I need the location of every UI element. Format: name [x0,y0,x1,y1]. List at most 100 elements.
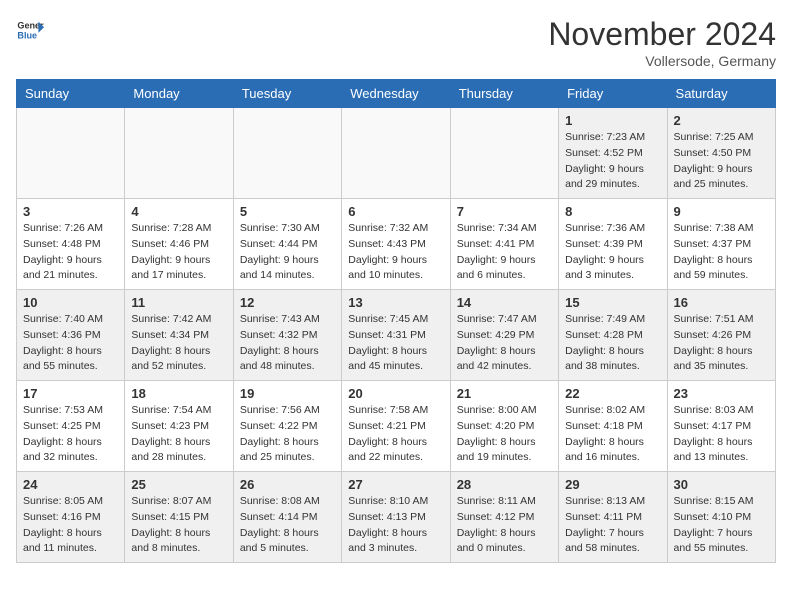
header-sunday: Sunday [17,80,125,108]
day-number: 9 [674,204,769,219]
calendar-cell: 17Sunrise: 7:53 AM Sunset: 4:25 PM Dayli… [17,381,125,472]
calendar-cell: 6 Sunrise: 7:32 AM Sunset: 4:43 PM Daylig… [342,199,450,290]
calendar-cell: 3 Sunrise: 7:26 AM Sunset: 4:48 PM Daylig… [17,199,125,290]
calendar-cell: 30 Sunrise: 8:15 AM Sunset: 4:10 PM Dayli… [667,472,775,563]
day-number: 7 [457,204,552,219]
day-number: 17 [23,386,118,401]
month-title: November 2024 [548,16,776,53]
day-info: Sunrise: 7:25 AM Sunset: 4:50 PM Dayligh… [674,130,769,193]
day-number: 11 [131,295,226,310]
day-info: Sunrise: 7:40 AM Sunset: 4:36 PM Dayligh… [23,312,118,375]
day-number: 3 [23,204,118,219]
day-number: 8 [565,204,660,219]
header-wednesday: Wednesday [342,80,450,108]
calendar-cell: 22 Sunrise: 8:02 AM Sunset: 4:18 PM Dayli… [559,381,667,472]
day-info: Sunrise: 8:02 AM Sunset: 4:18 PM Dayligh… [565,403,660,466]
day-info: Sunrise: 7:47 AM Sunset: 4:29 PM Dayligh… [457,312,552,375]
day-number: 25 [131,477,226,492]
day-info: Sunrise: 7:36 AM Sunset: 4:39 PM Dayligh… [565,221,660,284]
calendar-cell: 29 Sunrise: 8:13 AM Sunset: 4:11 PM Dayli… [559,472,667,563]
day-info: Sunrise: 7:32 AM Sunset: 4:43 PM Dayligh… [348,221,443,284]
day-number: 27 [348,477,443,492]
week-row-2: 10 Sunrise: 7:40 AM Sunset: 4:36 PM Dayli… [17,290,776,381]
day-number: 26 [240,477,335,492]
day-info: Sunrise: 8:15 AM Sunset: 4:10 PM Dayligh… [674,494,769,557]
calendar-cell: 4 Sunrise: 7:28 AM Sunset: 4:46 PM Daylig… [125,199,233,290]
calendar-cell: 11 Sunrise: 7:42 AM Sunset: 4:34 PM Dayli… [125,290,233,381]
calendar-cell: 1 Sunrise: 7:23 AM Sunset: 4:52 PM Daylig… [559,108,667,199]
calendar-cell: 15Sunrise: 7:49 AM Sunset: 4:28 PM Dayli… [559,290,667,381]
calendar-table: SundayMondayTuesdayWednesdayThursdayFrid… [16,79,776,563]
day-info: Sunrise: 7:38 AM Sunset: 4:37 PM Dayligh… [674,221,769,284]
calendar-header-row: SundayMondayTuesdayWednesdayThursdayFrid… [17,80,776,108]
day-number: 29 [565,477,660,492]
day-info: Sunrise: 8:13 AM Sunset: 4:11 PM Dayligh… [565,494,660,557]
day-number: 24 [23,477,118,492]
day-info: Sunrise: 8:00 AM Sunset: 4:20 PM Dayligh… [457,403,552,466]
calendar-cell: 27 Sunrise: 8:10 AM Sunset: 4:13 PM Dayli… [342,472,450,563]
calendar-cell: 13Sunrise: 7:45 AM Sunset: 4:31 PM Dayli… [342,290,450,381]
day-info: Sunrise: 7:28 AM Sunset: 4:46 PM Dayligh… [131,221,226,284]
day-number: 12 [240,295,335,310]
day-number: 19 [240,386,335,401]
calendar-cell: 14 Sunrise: 7:47 AM Sunset: 4:29 PM Dayli… [450,290,558,381]
day-number: 18 [131,386,226,401]
day-number: 10 [23,295,118,310]
calendar-cell [233,108,341,199]
calendar-cell [450,108,558,199]
calendar-cell [17,108,125,199]
title-block: November 2024 Vollersode, Germany [548,16,776,69]
calendar-cell: 21 Sunrise: 8:00 AM Sunset: 4:20 PM Dayli… [450,381,558,472]
location: Vollersode, Germany [548,53,776,69]
day-number: 1 [565,113,660,128]
day-number: 21 [457,386,552,401]
day-info: Sunrise: 7:23 AM Sunset: 4:52 PM Dayligh… [565,130,660,193]
week-row-4: 24 Sunrise: 8:05 AM Sunset: 4:16 PM Dayli… [17,472,776,563]
day-info: Sunrise: 7:26 AM Sunset: 4:48 PM Dayligh… [23,221,118,284]
day-info: Sunrise: 8:10 AM Sunset: 4:13 PM Dayligh… [348,494,443,557]
day-number: 16 [674,295,769,310]
day-number: 4 [131,204,226,219]
day-number: 23 [674,386,769,401]
week-row-3: 17Sunrise: 7:53 AM Sunset: 4:25 PM Dayli… [17,381,776,472]
week-row-1: 3 Sunrise: 7:26 AM Sunset: 4:48 PM Daylig… [17,199,776,290]
calendar-cell: 26 Sunrise: 8:08 AM Sunset: 4:14 PM Dayli… [233,472,341,563]
day-info: Sunrise: 8:05 AM Sunset: 4:16 PM Dayligh… [23,494,118,557]
day-number: 30 [674,477,769,492]
calendar-cell: 8 Sunrise: 7:36 AM Sunset: 4:39 PM Daylig… [559,199,667,290]
day-number: 14 [457,295,552,310]
day-info: Sunrise: 7:51 AM Sunset: 4:26 PM Dayligh… [674,312,769,375]
day-info: Sunrise: 8:03 AM Sunset: 4:17 PM Dayligh… [674,403,769,466]
day-info: Sunrise: 8:07 AM Sunset: 4:15 PM Dayligh… [131,494,226,557]
page-header: General Blue November 2024 Vollersode, G… [16,16,776,69]
header-saturday: Saturday [667,80,775,108]
header-tuesday: Tuesday [233,80,341,108]
day-info: Sunrise: 7:42 AM Sunset: 4:34 PM Dayligh… [131,312,226,375]
calendar-cell: 25 Sunrise: 8:07 AM Sunset: 4:15 PM Dayli… [125,472,233,563]
day-info: Sunrise: 7:56 AM Sunset: 4:22 PM Dayligh… [240,403,335,466]
svg-text:Blue: Blue [17,30,37,40]
calendar-cell [342,108,450,199]
logo-icon: General Blue [16,16,44,44]
logo: General Blue [16,16,44,44]
calendar-cell: 5Sunrise: 7:30 AM Sunset: 4:44 PM Daylig… [233,199,341,290]
calendar-cell [125,108,233,199]
day-info: Sunrise: 7:54 AM Sunset: 4:23 PM Dayligh… [131,403,226,466]
day-info: Sunrise: 7:58 AM Sunset: 4:21 PM Dayligh… [348,403,443,466]
day-number: 20 [348,386,443,401]
day-info: Sunrise: 8:08 AM Sunset: 4:14 PM Dayligh… [240,494,335,557]
day-number: 6 [348,204,443,219]
calendar-cell: 2 Sunrise: 7:25 AM Sunset: 4:50 PM Daylig… [667,108,775,199]
calendar-cell: 10 Sunrise: 7:40 AM Sunset: 4:36 PM Dayli… [17,290,125,381]
day-info: Sunrise: 8:11 AM Sunset: 4:12 PM Dayligh… [457,494,552,557]
day-number: 2 [674,113,769,128]
day-number: 28 [457,477,552,492]
day-number: 22 [565,386,660,401]
day-info: Sunrise: 7:45 AM Sunset: 4:31 PM Dayligh… [348,312,443,375]
calendar-cell: 12Sunrise: 7:43 AM Sunset: 4:32 PM Dayli… [233,290,341,381]
day-number: 5 [240,204,335,219]
day-info: Sunrise: 7:34 AM Sunset: 4:41 PM Dayligh… [457,221,552,284]
calendar-cell: 20 Sunrise: 7:58 AM Sunset: 4:21 PM Dayli… [342,381,450,472]
calendar-cell: 24 Sunrise: 8:05 AM Sunset: 4:16 PM Dayli… [17,472,125,563]
header-monday: Monday [125,80,233,108]
